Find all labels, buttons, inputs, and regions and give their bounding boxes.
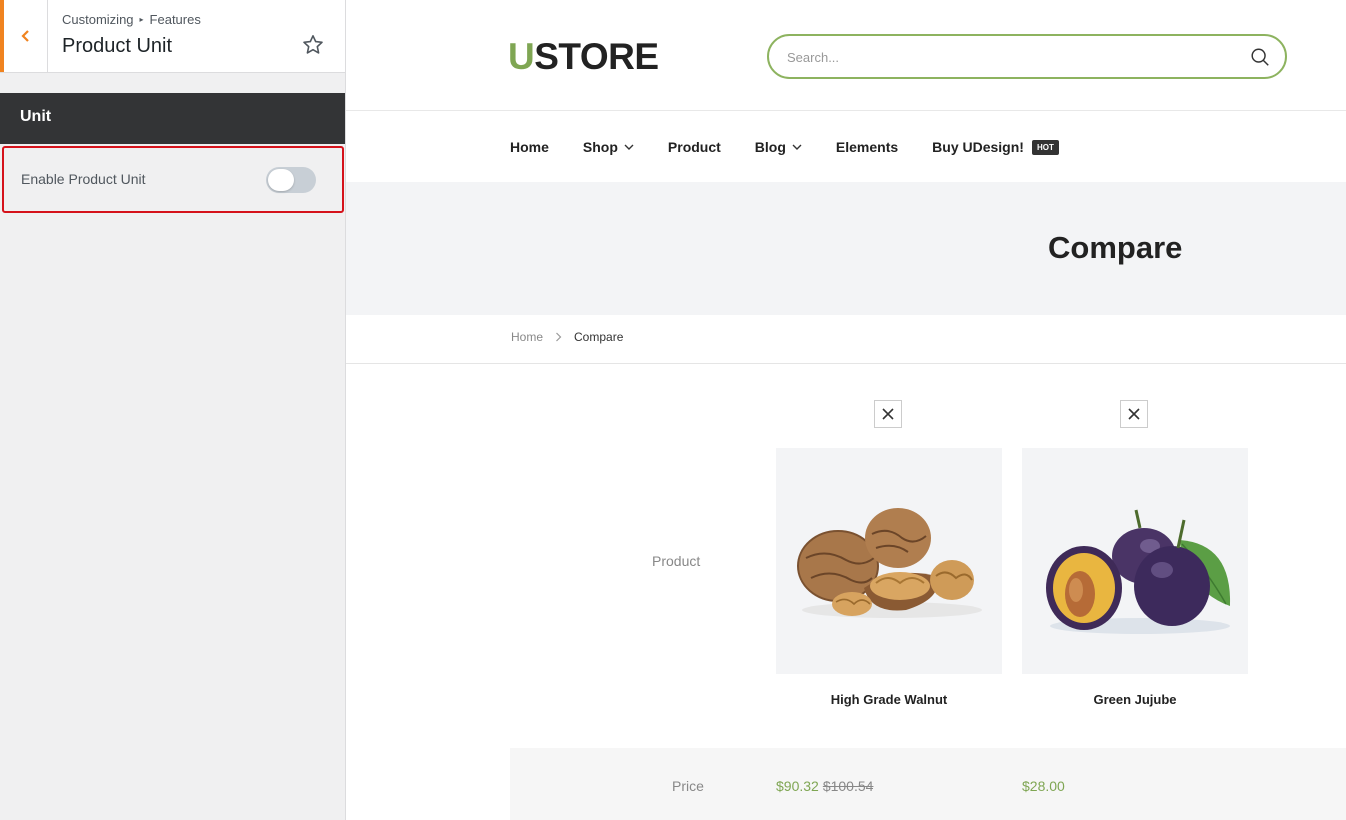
- toggle-knob: [268, 169, 294, 191]
- logo-text: STORE: [534, 36, 659, 77]
- close-icon: [1128, 408, 1140, 420]
- site-logo[interactable]: USTORE: [508, 36, 659, 78]
- jujube-product-image[interactable]: [1022, 448, 1248, 674]
- nav-buy-label: Buy UDesign!: [932, 139, 1024, 155]
- enable-product-unit-label: Enable Product Unit: [21, 171, 146, 187]
- compare-row-label-product: Product: [652, 553, 701, 569]
- page-title: Compare: [1048, 230, 1183, 265]
- chevron-right-icon: [556, 332, 562, 342]
- jujube-product-name[interactable]: Green Jujube: [1022, 692, 1248, 707]
- section-heading: Unit: [0, 93, 345, 144]
- search-box: [767, 34, 1287, 79]
- breadcrumb-section: Features: [149, 12, 201, 27]
- breadcrumb-root: Customizing: [62, 12, 134, 27]
- chevron-down-icon: [624, 144, 634, 150]
- customizer-panel-title: Product Unit: [62, 35, 173, 57]
- nav-product-label: Product: [667, 139, 721, 155]
- close-icon: [882, 408, 894, 420]
- nav-home-label: Home: [510, 139, 549, 155]
- enable-product-unit-control: Enable Product Unit: [2, 146, 344, 213]
- walnut-product-image[interactable]: [776, 448, 1002, 674]
- breadcrumb-home-link[interactable]: Home: [511, 330, 543, 344]
- plum-illustration: [1046, 509, 1231, 634]
- nav-blog-label: Blog: [754, 139, 786, 155]
- site-header: USTORE: [346, 0, 1346, 111]
- main-nav: Home Shop Product Blog Elements Buy UDes…: [510, 131, 1093, 163]
- nav-elements[interactable]: Elements: [836, 139, 898, 155]
- compare-price-row: Price $90.32 $100.54 $28.00: [510, 748, 1346, 820]
- site-preview: USTORE Home Shop Product Blog Elements B…: [346, 0, 1346, 820]
- nav-shop-label: Shop: [582, 139, 618, 155]
- back-button[interactable]: [0, 0, 48, 72]
- logo-letter: U: [508, 36, 535, 77]
- enable-product-unit-toggle[interactable]: [266, 167, 316, 193]
- breadcrumb-current: Compare: [574, 330, 624, 344]
- divider: [346, 363, 1346, 364]
- customizer-header: Customizing ▸ Features Product Unit: [0, 0, 345, 73]
- walnut-price: $90.32 $100.54: [776, 778, 873, 794]
- nav-product[interactable]: Product: [668, 139, 721, 155]
- remove-jujube-button[interactable]: [1120, 400, 1148, 428]
- page-title-banner: Compare: [346, 182, 1346, 315]
- page-breadcrumb: Home Compare: [511, 330, 623, 344]
- nav-buy-udesign[interactable]: Buy UDesign! HOT: [932, 139, 1059, 155]
- nav-home[interactable]: Home: [510, 139, 549, 155]
- compare-row-label-price: Price: [672, 778, 704, 794]
- walnut-sale-price: $90.32: [776, 778, 819, 794]
- remove-walnut-button[interactable]: [874, 400, 902, 428]
- customizer-sidebar: Customizing ▸ Features Product Unit Unit…: [0, 0, 346, 820]
- walnut-illustration: [797, 508, 982, 618]
- jujube-price: $28.00: [1022, 778, 1065, 794]
- chevron-down-icon: [792, 144, 802, 150]
- walnut-old-price: $100.54: [822, 778, 874, 794]
- nav-blog[interactable]: Blog: [755, 139, 802, 155]
- nav-elements-label: Elements: [835, 139, 899, 155]
- chevron-left-icon: [20, 30, 29, 42]
- search-input[interactable]: [787, 47, 1227, 67]
- walnut-product-name[interactable]: High Grade Walnut: [776, 692, 1002, 707]
- hot-badge: HOT: [1031, 139, 1059, 155]
- search-icon[interactable]: [1249, 46, 1271, 68]
- breadcrumb-arrow-icon: ▸: [139, 15, 144, 24]
- customizer-breadcrumb: Customizing ▸ Features: [62, 12, 201, 27]
- star-icon[interactable]: [301, 33, 325, 57]
- nav-shop[interactable]: Shop: [583, 139, 634, 155]
